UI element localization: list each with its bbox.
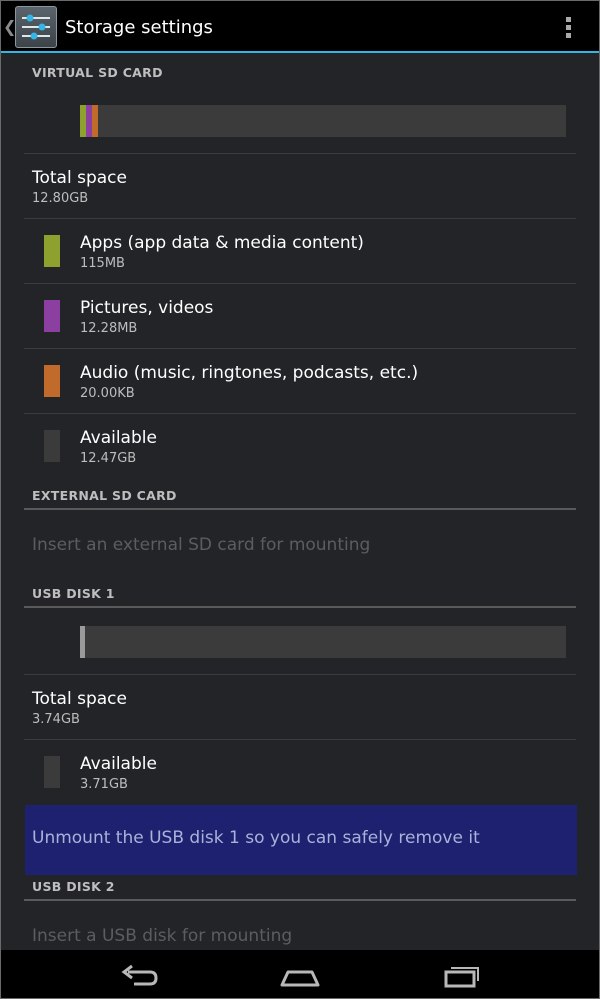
divider [24, 348, 576, 349]
item-label: Pictures, videos [80, 298, 214, 318]
total-space-label: Total space [32, 168, 127, 188]
divider [24, 218, 576, 219]
section-header-usb-disk-2: USB DISK 2 [32, 879, 115, 894]
item-label: Available [80, 428, 157, 448]
usage-segment-audio [92, 105, 98, 137]
section-rule [24, 606, 576, 608]
storage-list[interactable]: VIRTUAL SD CARD Total space 12.80GB Apps… [0, 55, 600, 950]
overflow-menu-icon[interactable] [554, 12, 582, 42]
section-header-usb-disk-1: USB DISK 1 [32, 586, 115, 601]
item-value: 3.71GB [80, 777, 128, 792]
navigation-bar [0, 950, 600, 999]
section-header-virtual-sd: VIRTUAL SD CARD [32, 65, 163, 80]
usb-disk-2-message: Insert a USB disk for mounting [32, 926, 293, 946]
available-color-swatch [44, 430, 60, 462]
page-title: Storage settings [65, 17, 213, 38]
divider [24, 413, 576, 414]
usb-disk-1-usage-bar [80, 626, 566, 658]
action-bar: ❮ Storage settings [0, 0, 600, 53]
total-space-value: 12.80GB [32, 191, 89, 206]
divider [24, 674, 576, 675]
home-icon[interactable] [270, 958, 330, 994]
divider [24, 153, 576, 154]
pictures-color-swatch [44, 300, 60, 332]
unmount-usb-disk-1-button[interactable]: Unmount the USB disk 1 so you can safely… [25, 805, 577, 875]
back-icon[interactable] [108, 958, 168, 994]
available-color-swatch [44, 756, 60, 788]
apps-color-swatch [44, 235, 60, 267]
item-value: 20.00KB [80, 386, 135, 401]
settings-sliders-icon[interactable] [15, 6, 57, 48]
item-label: Apps (app data & media content) [80, 233, 364, 253]
divider [24, 739, 576, 740]
audio-color-swatch [44, 365, 60, 397]
item-value: 115MB [80, 256, 125, 271]
section-header-external-sd: EXTERNAL SD CARD [32, 488, 177, 503]
total-space-value: 3.74GB [32, 712, 80, 727]
item-value: 12.28MB [80, 321, 138, 336]
item-label: Available [80, 754, 157, 774]
item-label: Audio (music, ringtones, podcasts, etc.) [80, 363, 419, 383]
virtual-sd-usage-bar [80, 105, 566, 137]
section-rule [24, 899, 576, 901]
total-space-label: Total space [32, 689, 127, 709]
usage-segment-used [80, 626, 85, 658]
divider [24, 283, 576, 284]
recent-apps-icon[interactable] [432, 958, 492, 994]
item-value: 12.47GB [80, 451, 137, 466]
external-sd-message: Insert an external SD card for mounting [32, 535, 371, 555]
unmount-label: Unmount the USB disk 1 so you can safely… [32, 828, 480, 848]
section-rule [24, 508, 576, 510]
